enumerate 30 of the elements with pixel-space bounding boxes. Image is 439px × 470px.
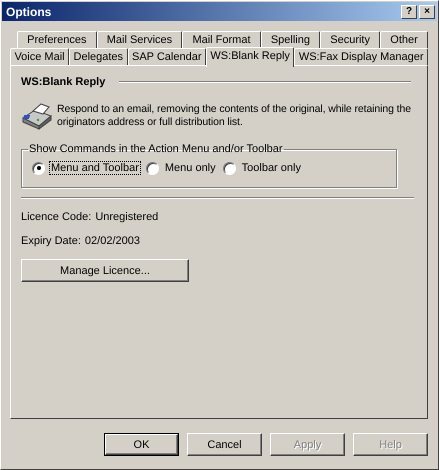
radio-button[interactable] (222, 162, 236, 174)
tab[interactable]: Delegates (69, 48, 128, 65)
field-value: 02/02/2003 (84, 235, 140, 247)
fax-machine-icon (21, 102, 53, 130)
tab[interactable]: Mail Format (182, 31, 261, 48)
field-label: Expiry Date: (21, 235, 81, 247)
description-text: Respond to an email, removing the contents of the original, while retaining the originators address or full distribution list. (57, 103, 412, 129)
radio-option[interactable]: Menu only (146, 161, 218, 175)
group-title: Show Commands in the Action Menu and/or Toolbar (28, 143, 284, 155)
radio-button[interactable] (32, 162, 45, 174)
close-button[interactable]: × (419, 4, 435, 18)
manage-licence-button[interactable]: Manage Licence... (21, 259, 189, 282)
help-button[interactable]: ? (401, 4, 417, 18)
tab[interactable]: WS:Fax Display Manager (294, 48, 428, 65)
tab[interactable]: Other (380, 31, 428, 48)
dialog-button[interactable]: OK (104, 433, 179, 456)
radio-button[interactable] (146, 162, 159, 174)
radio-option[interactable]: Toolbar only (222, 161, 303, 175)
tab[interactable]: Security (320, 31, 380, 48)
field-label: Licence Code: (21, 211, 92, 223)
window-title: Options (6, 4, 52, 18)
tab[interactable]: Voice Mail (10, 48, 70, 65)
tab[interactable]: Preferences (17, 31, 97, 48)
tab[interactable]: SAP Calendar (128, 48, 206, 65)
dialog-button[interactable]: Cancel (187, 433, 262, 456)
tab[interactable]: Spelling (260, 31, 320, 48)
field-value: Unregistered (95, 211, 158, 223)
tab[interactable]: WS:Blank Reply (206, 47, 294, 67)
tab[interactable]: Mail Services (96, 31, 182, 48)
section-heading: WS:Blank Reply (21, 76, 106, 88)
